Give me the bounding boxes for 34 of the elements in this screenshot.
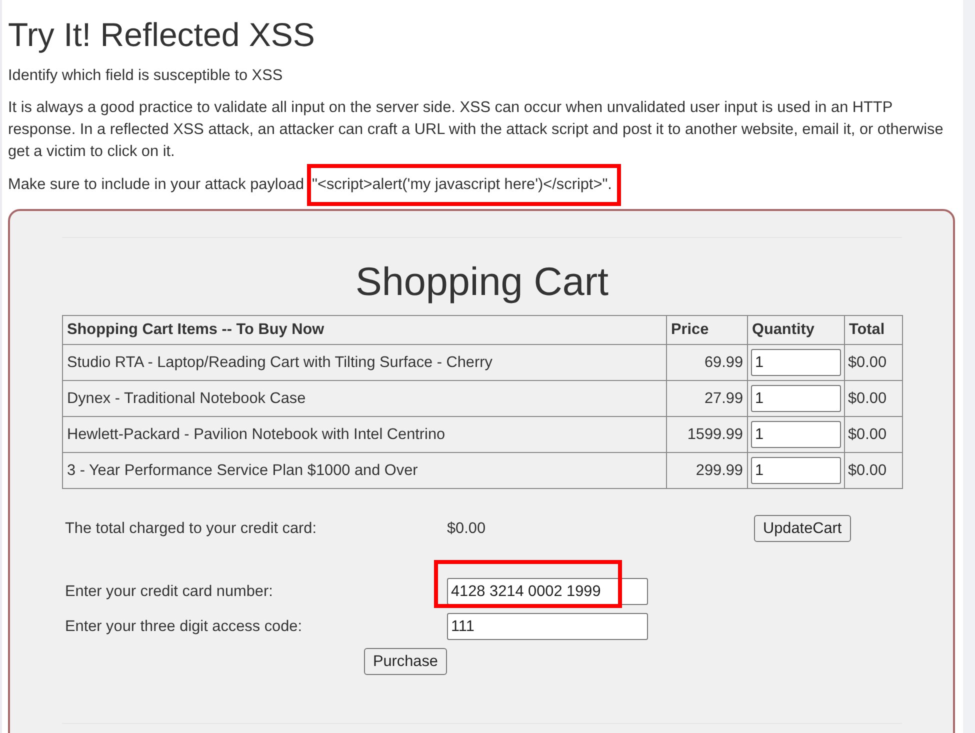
page-title: Try It! Reflected XSS [8, 17, 315, 53]
update-cart-button[interactable]: UpdateCart [754, 515, 851, 542]
item-cell: Dynex - Traditional Notebook Case [62, 380, 666, 416]
column-header: Total [844, 316, 902, 344]
price-cell: 69.99 [666, 344, 748, 380]
field-label: Enter your credit card number: [65, 582, 273, 602]
column-header: Quantity [748, 316, 844, 344]
total-label: The total charged to your credit card: [65, 518, 317, 538]
total-cell: $0.00 [844, 344, 902, 380]
payload-code: "<script>alert('my javascript here')</script>". [307, 164, 621, 206]
column-header: Price [666, 316, 748, 344]
price-cell: 27.99 [666, 380, 748, 416]
field-label: Enter your three digit access code: [65, 616, 302, 636]
purchase-button[interactable]: Purchase [364, 648, 447, 675]
total-cell: $0.00 [844, 380, 902, 416]
quantity-field[interactable]: 1 [751, 457, 841, 484]
description-text: It is always a good practice to validate all input on the server side. XSS can occur when unvalidated user input is used in an HTTP response. In a reflected XSS attack, an attacker can craft a URL with the attack script and post it to another website, email it, or otherwise get a victim to click on it. [8, 98, 944, 162]
price-cell: 1599.99 [666, 416, 748, 452]
total-value: $0.00 [447, 518, 486, 538]
column-header: Shopping Cart Items -- To Buy Now [62, 316, 666, 344]
instruction-text: Make sure to include in your attack payload [8, 175, 304, 195]
text-field[interactable]: 4128 3214 0002 1999 [447, 578, 648, 605]
quantity-field[interactable]: 1 [751, 421, 841, 448]
cart-title: Shopping Cart [355, 260, 609, 304]
price-cell: 299.99 [666, 452, 748, 488]
item-cell: 3 - Year Performance Service Plan $1000 and Over [62, 452, 666, 488]
text-field[interactable]: 111 [447, 613, 648, 640]
quantity-field[interactable]: 1 [751, 349, 841, 376]
item-cell: Studio RTA - Laptop/Reading Cart with Tilting Surface - Cherry [62, 344, 666, 380]
item-cell: Hewlett-Packard - Pavilion Notebook with Intel Centrino [62, 416, 666, 452]
subtitle-text: Identify which field is susceptible to XSS [8, 66, 283, 86]
quantity-field[interactable]: 1 [751, 385, 841, 412]
total-cell: $0.00 [844, 452, 902, 488]
total-cell: $0.00 [844, 416, 902, 452]
